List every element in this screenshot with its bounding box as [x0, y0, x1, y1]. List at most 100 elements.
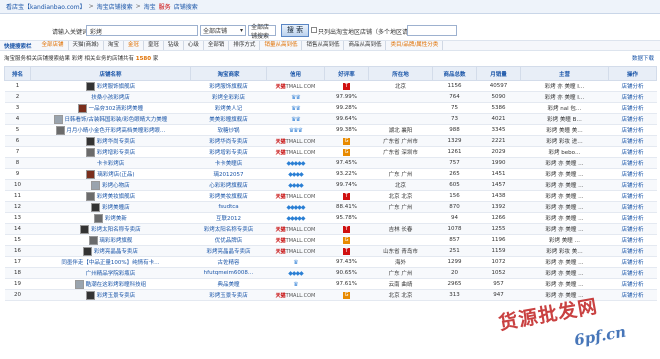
seller-cell[interactable]: 彩烤美妆旗舰店 — [190, 190, 267, 202]
sort-revenue-desc[interactable]: 销售从高到低 — [302, 41, 345, 50]
shop-name-link[interactable]: 彩烤美新 — [105, 216, 127, 222]
shop-name-link[interactable]: 彩烤增彩专卖店 — [97, 150, 136, 156]
shop-cell[interactable]: 彩烤美瞳店 — [30, 201, 191, 213]
filter-taobao[interactable]: 淘宝 — [104, 41, 124, 50]
seller-cell[interactable]: 心彩彩烤旗舰店 — [190, 179, 267, 191]
seller-cell[interactable]: fsudtca — [190, 201, 267, 213]
seller-cell[interactable]: 古佐精容 — [190, 256, 267, 268]
shop-cell[interactable]: 彩烤心物店 — [30, 179, 191, 191]
seller-cell[interactable]: 彩烤华尚专卖店 — [190, 135, 267, 147]
shop-cell[interactable]: 璃彩烤店(正品) — [30, 168, 191, 180]
shop-name-link[interactable]: 广州精品学院彩瓶店 — [86, 271, 136, 277]
shop-name-link[interactable]: 扶桑小孩彩烤店 — [91, 95, 130, 101]
col-sales[interactable]: 月销量 — [476, 66, 521, 81]
region-input[interactable] — [407, 25, 457, 36]
shop-name-link[interactable]: 璃彩彩烤旗舰 — [99, 238, 132, 244]
shop-name-link[interactable]: 彩烤心物店 — [102, 183, 130, 189]
shop-cell[interactable]: 璃彩彩烤旗舰 — [30, 234, 191, 246]
seller-cell[interactable]: 典品美瞳 — [190, 278, 267, 290]
search-scope-select[interactable]: 全部店铺搜索 — [248, 24, 276, 40]
seller-cell[interactable]: 优优品牌店 — [190, 234, 267, 246]
seller-cell[interactable]: 卡卡美瞳店 — [190, 157, 267, 169]
breadcrumb-store-search[interactable]: 淘宝店铺搜索 — [97, 2, 133, 11]
seller-cell[interactable]: 彩烤太阳名称专卖店 — [190, 223, 267, 235]
shop-analysis-link[interactable]: 店铺分析 — [608, 124, 657, 136]
shop-cell[interactable]: 彩烤亮晶晶专卖店 — [30, 245, 191, 257]
filter-all-shops[interactable]: 全部店铺 — [38, 41, 69, 50]
shop-name-link[interactable]: 彩烤亮晶晶专卖店 — [94, 249, 138, 255]
shop-name-link[interactable]: 彩烤玉景专卖店 — [97, 293, 136, 299]
shop-name-link[interactable]: 彩烤美妆旗舰店 — [97, 194, 136, 200]
shop-type-select[interactable]: 全部店铺 ▾ — [200, 25, 246, 36]
sort-sales-desc[interactable]: 销量从高到低 — [260, 41, 303, 50]
col-goods[interactable]: 商品总数 — [432, 66, 477, 81]
shop-name-link[interactable]: 同墨伴走【中品正量100%】纯情有卡… — [61, 260, 159, 266]
shop-analysis-link[interactable]: 店铺分析 — [608, 102, 657, 114]
col-action[interactable]: 操作 — [608, 66, 657, 81]
col-main[interactable]: 主营 — [520, 66, 609, 81]
shop-analysis-link[interactable]: 店铺分析 — [608, 157, 657, 169]
shop-analysis-link[interactable]: 店铺分析 — [608, 245, 657, 257]
col-rank[interactable]: 排名 — [4, 66, 31, 81]
shop-analysis-link[interactable]: 店铺分析 — [608, 179, 657, 191]
seller-cell[interactable]: hfutqmeim6008… — [190, 267, 267, 279]
shop-cell[interactable]: 彩烤增彩专卖店 — [30, 146, 191, 158]
shop-analysis-link[interactable]: 店铺分析 — [608, 267, 657, 279]
shop-cell[interactable]: 彩烤华尚专卖店 — [30, 135, 191, 147]
seller-cell[interactable]: 彩烤玉景专卖店 — [190, 289, 267, 301]
seller-cell[interactable]: 美美彩瞳旗舰店 — [190, 113, 267, 125]
shop-analysis-link[interactable]: 店铺分析 — [608, 289, 657, 301]
shop-name-link[interactable]: 彩烤服饰旗舰店 — [97, 84, 136, 90]
shop-cell[interactable]: 扶桑小孩彩烤店 — [30, 91, 191, 103]
shop-analysis-link[interactable]: 店铺分析 — [608, 135, 657, 147]
col-credit[interactable]: 信用 — [266, 66, 325, 81]
breadcrumb-current[interactable]: 店铺搜索 — [174, 2, 198, 11]
filter-all-sales[interactable]: 全部销 — [204, 41, 230, 50]
filter-diamond[interactable]: 钻级 — [164, 41, 184, 50]
col-shop[interactable]: 店铺名称 — [30, 66, 191, 81]
seller-cell[interactable]: 彩烤美人记 — [190, 102, 267, 114]
seller-cell[interactable]: 软糖炒锅 — [190, 124, 267, 136]
shop-cell[interactable]: 酷潮在这彩烤彩瞳科技组 — [30, 278, 191, 290]
shop-analysis-link[interactable]: 店铺分析 — [608, 223, 657, 235]
shop-name-link[interactable]: 彩烤华尚专卖店 — [97, 139, 136, 145]
shop-name-link[interactable]: 酷潮在这彩烤彩瞳科技组 — [86, 282, 147, 288]
shop-analysis-link[interactable]: 店铺分析 — [608, 146, 657, 158]
shop-analysis-link[interactable]: 店铺分析 — [608, 91, 657, 103]
shop-analysis-link[interactable]: 店铺分析 — [608, 201, 657, 213]
shop-cell[interactable]: 卡卡彩烤店 — [30, 157, 191, 169]
shop-analysis-link[interactable]: 店铺分析 — [608, 113, 657, 125]
seller-cell[interactable]: 互联2012 — [190, 212, 267, 224]
shop-name-link[interactable]: 月月小睛小金色开彩烤高档美瞳彩烤眼… — [66, 128, 165, 134]
shop-cell[interactable]: 彩烤玉景专卖店 — [30, 289, 191, 301]
shop-name-link[interactable]: 卡卡彩烤店 — [97, 161, 125, 167]
shop-cell[interactable]: 广州精品学院彩瓶店 — [30, 267, 191, 279]
shop-name-link[interactable]: 彩烤美瞳店 — [102, 205, 130, 211]
shop-analysis-link[interactable]: 店铺分析 — [608, 234, 657, 246]
seller-cell[interactable]: 璃2012057 — [190, 168, 267, 180]
shop-cell[interactable]: 彩烤太阳名称专卖店 — [30, 223, 191, 235]
shop-analysis-link[interactable]: 店铺分析 — [608, 80, 657, 92]
shop-cell[interactable]: 月月小睛小金色开彩烤高档美瞳彩烤眼… — [30, 124, 191, 136]
shop-cell[interactable]: 一品夯302清彩烤美瞳 — [30, 102, 191, 114]
site-link[interactable]: 看店宝【kandianbao.com】 — [6, 2, 86, 11]
col-rate[interactable]: 好评率 — [324, 66, 369, 81]
shop-analysis-link[interactable]: 店铺分析 — [608, 168, 657, 180]
shop-analysis-link[interactable]: 店铺分析 — [608, 190, 657, 202]
region-checkbox[interactable] — [311, 27, 317, 33]
search-button[interactable]: 搜 索 — [281, 24, 309, 37]
shop-cell[interactable]: 彩烤服饰旗舰店 — [30, 80, 191, 92]
shop-cell[interactable]: 彩烤美妆旗舰店 — [30, 190, 191, 202]
shop-cell[interactable]: 日韩看饰/古装韩国彩装/彩色眼睛大力美瞳 — [30, 113, 191, 125]
shop-cell[interactable]: 彩烤美新 — [30, 212, 191, 224]
col-location[interactable]: 所在地 — [368, 66, 433, 81]
shop-name-link[interactable]: 日韩看饰/古装韩国彩装/彩色眼睛大力美瞳 — [65, 117, 168, 123]
seller-cell[interactable]: 彩烤亮晶晶专卖店 — [190, 245, 267, 257]
shop-name-link[interactable]: 璃彩烤店(正品) — [97, 172, 134, 178]
seller-cell[interactable]: 彩烤增彩专卖店 — [190, 146, 267, 158]
filter-crown[interactable]: 皇冠 — [144, 41, 164, 50]
filter-gold-crown[interactable]: 金冠 — [124, 41, 144, 50]
seller-cell[interactable]: 彩烤全彩彩店 — [190, 91, 267, 103]
shop-name-link[interactable]: 彩烤太阳名称专卖店 — [91, 227, 141, 233]
col-seller[interactable]: 淘宝商家 — [190, 66, 267, 81]
